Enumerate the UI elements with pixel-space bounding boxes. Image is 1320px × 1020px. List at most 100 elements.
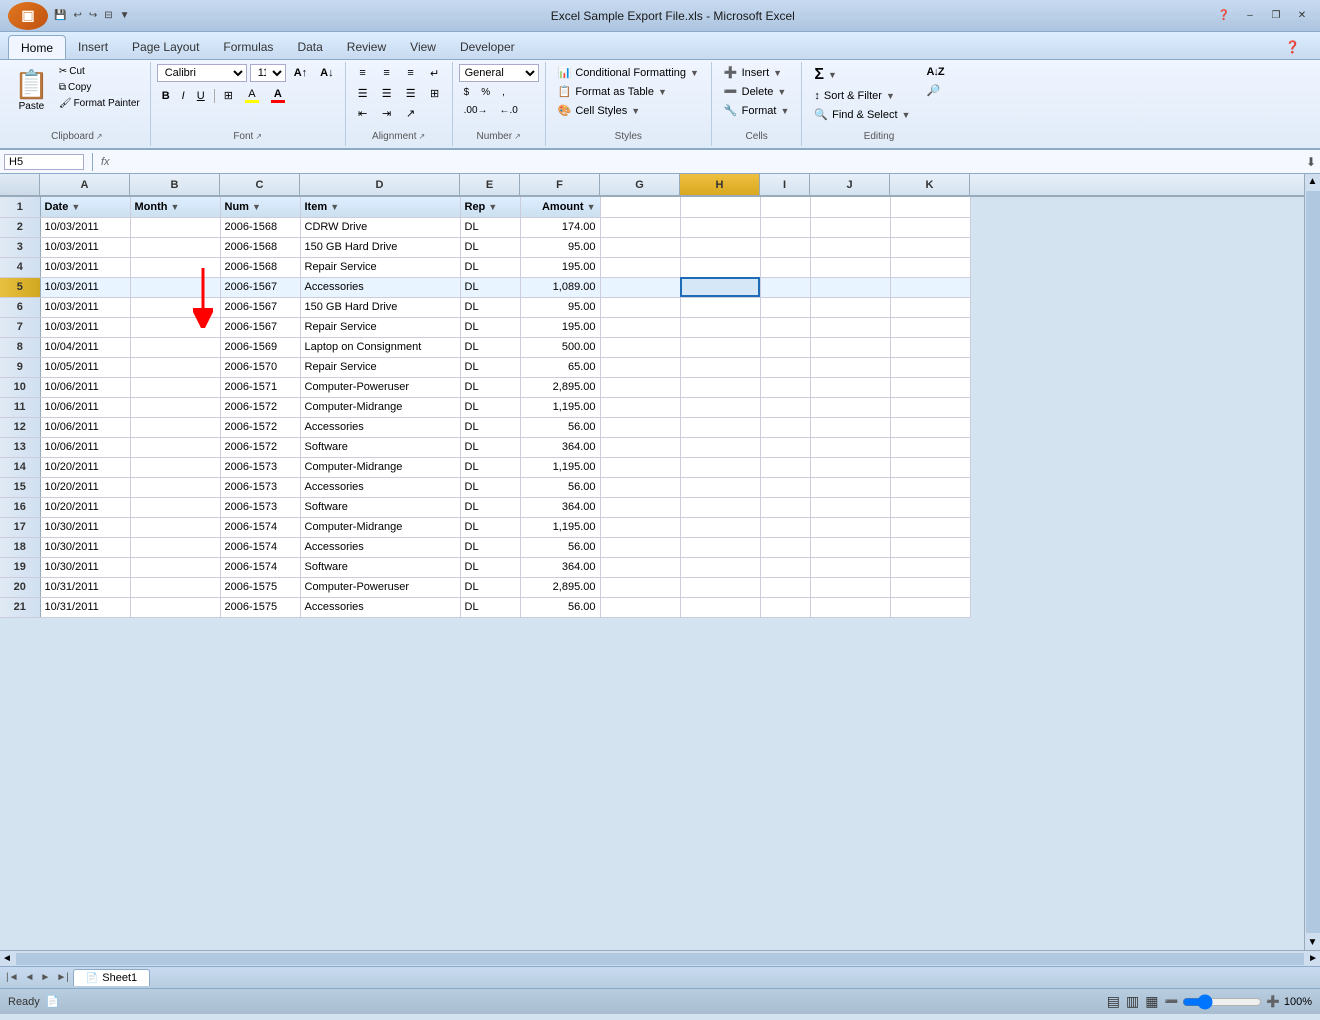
align-right-btn[interactable]: ☰ [400, 84, 422, 102]
cell-d5[interactable]: Accessories [300, 277, 460, 297]
cell-e7[interactable]: DL [460, 317, 520, 337]
cell-h9[interactable] [680, 357, 760, 377]
cell-g6[interactable] [600, 297, 680, 317]
cell-f2[interactable]: 174.00 [520, 217, 600, 237]
cell-k9[interactable] [890, 357, 970, 377]
scroll-right-btn[interactable]: ► [1306, 951, 1320, 966]
cell-i4[interactable] [760, 257, 810, 277]
cell-i6[interactable] [760, 297, 810, 317]
cell-f7[interactable]: 195.00 [520, 317, 600, 337]
row-header-16[interactable]: 16 [0, 497, 40, 517]
cell-f9[interactable]: 65.00 [520, 357, 600, 377]
row-header-14[interactable]: 14 [0, 457, 40, 477]
cell-a16[interactable]: 10/20/2011 [40, 497, 130, 517]
cut-button[interactable]: ✂ Cut [55, 64, 144, 79]
row-header-19[interactable]: 19 [0, 557, 40, 577]
cell-g21[interactable] [600, 597, 680, 617]
cell-g11[interactable] [600, 397, 680, 417]
cell-a13[interactable]: 10/06/2011 [40, 437, 130, 457]
tab-page-layout[interactable]: Page Layout [120, 35, 211, 59]
cell-e21[interactable]: DL [460, 597, 520, 617]
row-header-12[interactable]: 12 [0, 417, 40, 437]
cell-c15[interactable]: 2006-1573 [220, 477, 300, 497]
cell-j5[interactable] [810, 277, 890, 297]
close-btn[interactable]: ✕ [1292, 7, 1312, 25]
col-header-d[interactable]: D [300, 174, 460, 196]
zoom-minus-btn[interactable]: ➖ [1164, 995, 1178, 1008]
col-header-f[interactable]: F [520, 174, 600, 196]
sheet-nav-first[interactable]: |◄ [4, 970, 21, 985]
cell-e15[interactable]: DL [460, 477, 520, 497]
cell-j4[interactable] [810, 257, 890, 277]
cell-i2[interactable] [760, 217, 810, 237]
cell-d20[interactable]: Computer-Poweruser [300, 577, 460, 597]
cell-g14[interactable] [600, 457, 680, 477]
office-button[interactable]: ▣ [8, 2, 48, 30]
wrap-text-btn[interactable]: ↵ [424, 64, 446, 82]
cell-b8[interactable] [130, 337, 220, 357]
cell-e10[interactable]: DL [460, 377, 520, 397]
cell-k16[interactable] [890, 497, 970, 517]
cell-h7[interactable] [680, 317, 760, 337]
cell-b18[interactable] [130, 537, 220, 557]
col-header-b[interactable]: B [130, 174, 220, 196]
cell-j2[interactable] [810, 217, 890, 237]
cell-g10[interactable] [600, 377, 680, 397]
cell-i11[interactable] [760, 397, 810, 417]
cell-a4[interactable]: 10/03/2011 [40, 257, 130, 277]
cell-a14[interactable]: 10/20/2011 [40, 457, 130, 477]
cell-c1[interactable]: Num ▼ [220, 197, 300, 217]
cell-f6[interactable]: 95.00 [520, 297, 600, 317]
paste-button[interactable]: 📋 Paste [10, 64, 53, 116]
sum-button[interactable]: Σ ▼ [808, 64, 916, 86]
cell-h13[interactable] [680, 437, 760, 457]
cell-a12[interactable]: 10/06/2011 [40, 417, 130, 437]
cell-d13[interactable]: Software [300, 437, 460, 457]
tab-help[interactable]: ❓ [1273, 35, 1312, 59]
orientation-btn[interactable]: ↗ [400, 104, 422, 122]
insert-cell-button[interactable]: ➕ Insert ▼ [718, 64, 788, 81]
cell-i19[interactable] [760, 557, 810, 577]
cell-g17[interactable] [600, 517, 680, 537]
cell-c13[interactable]: 2006-1572 [220, 437, 300, 457]
page-layout-view-btn[interactable]: ▥ [1126, 993, 1139, 1010]
align-center-btn[interactable]: ☰ [376, 84, 398, 102]
vertical-scrollbar[interactable]: ▲ ▼ [1304, 174, 1320, 950]
decrease-indent-btn[interactable]: ⇤ [352, 104, 374, 122]
cell-d3[interactable]: 150 GB Hard Drive [300, 237, 460, 257]
increase-indent-btn[interactable]: ⇥ [376, 104, 398, 122]
cell-h11[interactable] [680, 397, 760, 417]
cell-c3[interactable]: 2006-1568 [220, 237, 300, 257]
cell-c7[interactable]: 2006-1567 [220, 317, 300, 337]
decrease-decimal-btn[interactable]: ←.0 [495, 103, 523, 118]
cell-h6[interactable] [680, 297, 760, 317]
cell-d16[interactable]: Software [300, 497, 460, 517]
cell-g3[interactable] [600, 237, 680, 257]
cell-k19[interactable] [890, 557, 970, 577]
cell-e18[interactable]: DL [460, 537, 520, 557]
col-header-e[interactable]: E [460, 174, 520, 196]
cell-h3[interactable] [680, 237, 760, 257]
row-header-4[interactable]: 4 [0, 257, 40, 277]
cell-j7[interactable] [810, 317, 890, 337]
col-header-h[interactable]: H [680, 174, 760, 196]
cell-d17[interactable]: Computer-Midrange [300, 517, 460, 537]
zoom-slider[interactable] [1182, 994, 1262, 1010]
conditional-formatting-button[interactable]: 📊 Conditional Formatting ▼ [552, 64, 705, 81]
az-sort-button[interactable]: A↓Z [920, 64, 949, 80]
undo-quick-btn[interactable]: ↩ [71, 8, 83, 23]
quick-access-more[interactable]: ▼ [118, 8, 132, 23]
cell-a19[interactable]: 10/30/2011 [40, 557, 130, 577]
cell-k5[interactable] [890, 277, 970, 297]
corner-cell[interactable] [0, 174, 40, 196]
find-select-button[interactable]: 🔍 Find & Select ▼ [808, 106, 916, 123]
cell-f19[interactable]: 364.00 [520, 557, 600, 577]
cell-h1[interactable] [680, 197, 760, 217]
cell-i9[interactable] [760, 357, 810, 377]
cell-k3[interactable] [890, 237, 970, 257]
horizontal-scrollbar[interactable]: ◄ ► [0, 950, 1320, 966]
cell-h21[interactable] [680, 597, 760, 617]
col-header-g[interactable]: G [600, 174, 680, 196]
cell-d11[interactable]: Computer-Midrange [300, 397, 460, 417]
cell-f8[interactable]: 500.00 [520, 337, 600, 357]
